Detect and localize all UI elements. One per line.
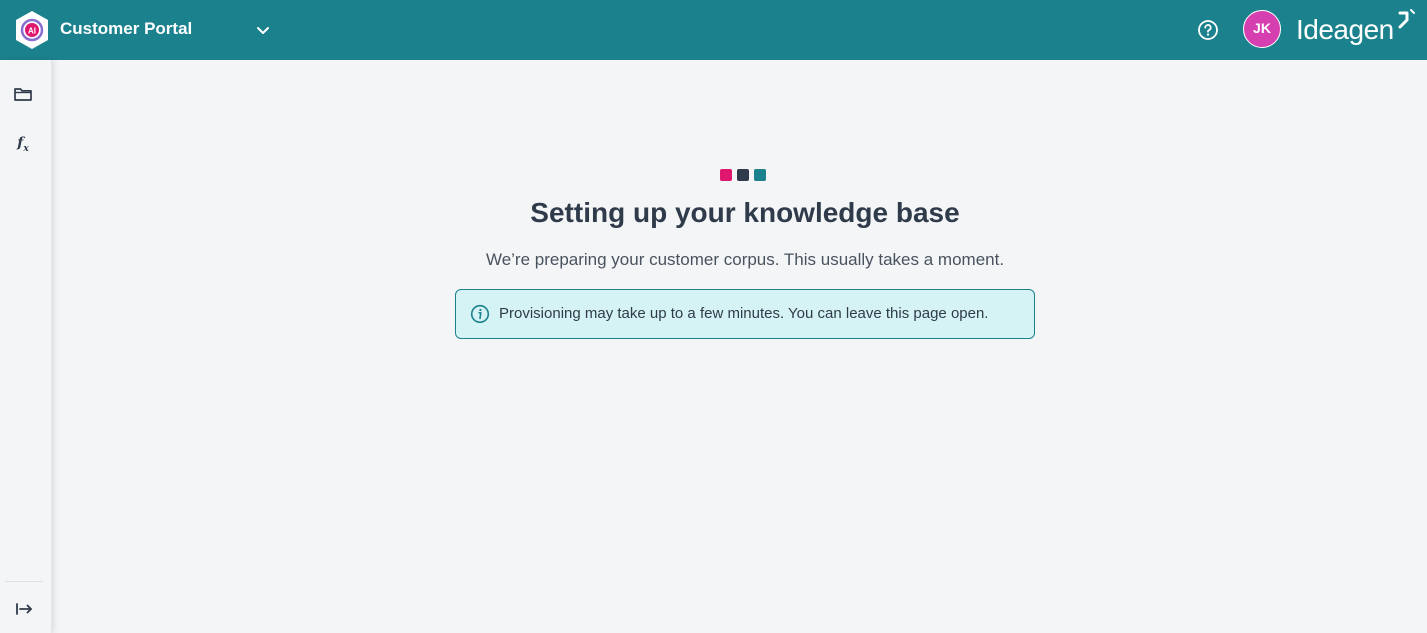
function-icon-sub: x xyxy=(23,143,29,154)
app-logo-icon[interactable]: AI xyxy=(14,10,50,50)
chevron-down-icon[interactable] xyxy=(252,20,274,40)
page-title: Setting up your knowledge base xyxy=(530,197,960,228)
brand-logo-text: Ideagen xyxy=(1296,14,1394,45)
info-notice: Provisioning may take up to a few minute… xyxy=(455,289,1035,339)
info-icon xyxy=(470,304,490,324)
page-subtitle: We’re preparing your customer corpus. Th… xyxy=(485,250,1005,269)
brand-mark-icon xyxy=(1396,8,1418,30)
folder-icon[interactable] xyxy=(9,80,37,108)
top-bar: AI Customer Portal JK Ideagen xyxy=(0,0,1427,60)
loader-square xyxy=(720,169,732,181)
expand-arrow-icon[interactable] xyxy=(10,595,38,623)
help-icon[interactable] xyxy=(1196,18,1220,42)
user-avatar[interactable]: JK xyxy=(1243,10,1281,48)
loader-square xyxy=(754,169,766,181)
sidebar-divider xyxy=(5,581,43,582)
app-title: Customer Portal xyxy=(60,19,193,38)
info-notice-text: Provisioning may take up to a few minute… xyxy=(499,305,989,322)
loader-square xyxy=(737,169,749,181)
loading-indicator xyxy=(720,169,766,181)
function-icon[interactable]: fx xyxy=(9,129,37,157)
logo-badge-text: AI xyxy=(28,27,36,36)
sidebar: fx xyxy=(0,60,52,633)
